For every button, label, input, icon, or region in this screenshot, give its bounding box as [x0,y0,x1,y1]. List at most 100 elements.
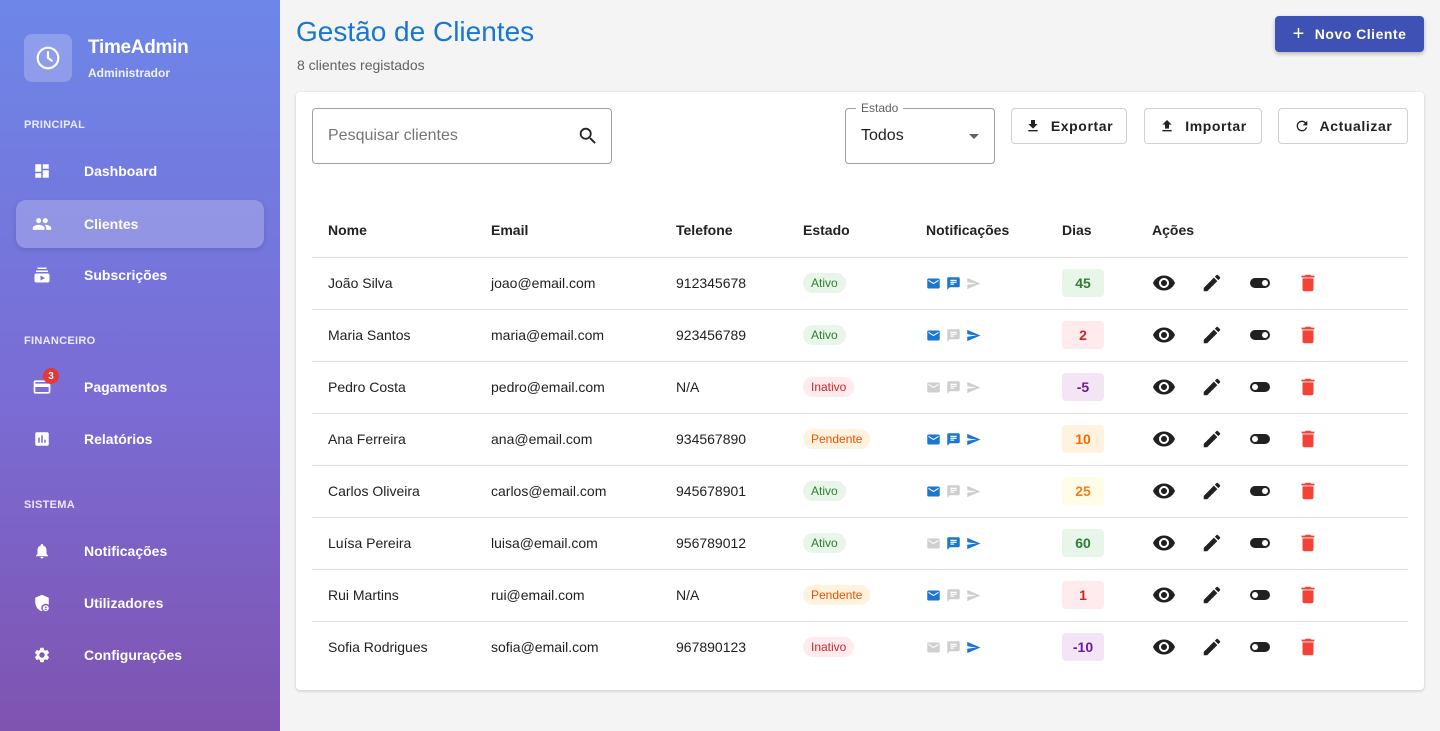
delete-icon[interactable] [1296,323,1320,347]
user-role: Administrador [88,65,171,80]
push-notification-icon [967,329,981,341]
sidebar-item-clientes[interactable]: Clientes [16,200,264,248]
view-icon[interactable] [1152,271,1176,295]
refresh-icon [1294,118,1310,134]
sidebar-item-configuracoes[interactable]: Configurações [16,631,264,679]
cell-name: Rui Martins [312,569,475,622]
edit-icon[interactable] [1200,635,1224,659]
delete-icon[interactable] [1296,583,1320,607]
days-badge: 10 [1062,425,1104,453]
cell-actions [1136,465,1408,518]
cell-phone: 912345678 [660,257,787,310]
table-row: Rui Martins rui@email.com N/A Pendente 1 [312,569,1408,622]
email-notification-icon [927,538,940,548]
column-header-estado[interactable]: Estado [787,203,910,258]
push-notification-icon [967,485,981,497]
email-notification-icon [927,434,940,444]
sidebar-item-subscricoes[interactable]: Subscrições [16,251,264,299]
cell-actions [1136,413,1408,466]
view-icon[interactable] [1152,427,1176,451]
credit-card-icon: 3 [32,368,59,397]
toggle-status-icon[interactable] [1248,583,1272,607]
toggle-status-icon[interactable] [1248,375,1272,399]
push-notification-icon [967,641,981,653]
new-client-button[interactable]: + Novo Cliente [1275,16,1424,52]
sidebar-item-utilizadores[interactable]: Utilizadores [16,579,264,627]
toggle-status-icon[interactable] [1248,531,1272,555]
view-icon[interactable] [1152,635,1176,659]
edit-icon[interactable] [1200,271,1224,295]
cell-days: 45 [1046,257,1136,310]
sms-notification-icon [947,588,960,602]
sidebar-item-pagamentos[interactable]: 3 Pagamentos [16,363,264,411]
cell-phone: 923456789 [660,309,787,362]
days-badge: -5 [1062,373,1104,401]
delete-icon[interactable] [1296,531,1320,555]
view-icon[interactable] [1152,375,1176,399]
cell-notifications [910,621,1046,673]
edit-icon[interactable] [1200,375,1224,399]
delete-icon[interactable] [1296,427,1320,451]
edit-icon[interactable] [1200,323,1224,347]
push-notification-icon [967,589,981,601]
edit-icon[interactable] [1200,427,1224,451]
days-badge: -10 [1062,633,1104,662]
cell-phone: N/A [660,361,787,414]
view-icon[interactable] [1152,583,1176,607]
admin-user-icon [32,593,52,613]
cell-status: Pendente [787,413,910,466]
status-filter-select[interactable]: Estado Todos [845,101,995,164]
sidebar-item-dashboard[interactable]: Dashboard [16,147,264,195]
cell-status: Inativo [787,621,910,673]
delete-icon[interactable] [1296,479,1320,503]
delete-icon[interactable] [1296,271,1320,295]
sms-notification-icon [947,641,960,654]
edit-icon[interactable] [1200,583,1224,607]
email-notification-icon [927,278,940,288]
cell-days: 60 [1046,517,1136,570]
view-icon[interactable] [1152,323,1176,347]
sidebar-item-relatorios[interactable]: Relatórios [16,415,264,463]
column-header-dias[interactable]: Dias [1046,203,1136,258]
column-header-nome[interactable]: Nome [312,203,475,258]
table-row: Pedro Costa pedro@email.com N/A Inativo … [312,361,1408,414]
cell-days: -10 [1046,621,1136,673]
cell-days: 1 [1046,569,1136,622]
table-row: Carlos Oliveira carlos@email.com 9456789… [312,465,1408,518]
toggle-status-icon[interactable] [1248,479,1272,503]
subscriptions-icon [32,265,52,285]
view-icon[interactable] [1152,531,1176,555]
export-button[interactable]: Exportar [1011,108,1127,144]
view-icon[interactable] [1152,479,1176,503]
search-icon[interactable] [577,125,599,152]
cell-phone: 967890123 [676,639,747,656]
cell-email: pedro@email.com [475,361,660,414]
gear-icon [32,645,52,665]
toggle-status-icon[interactable] [1248,271,1272,295]
pagamentos-badge: 3 [43,368,59,384]
push-notification-icon [967,537,981,549]
delete-icon[interactable] [1296,635,1320,659]
toggle-status-icon[interactable] [1248,635,1272,659]
push-notification-icon [967,381,981,393]
edit-icon[interactable] [1200,531,1224,555]
column-header-telefone[interactable]: Telefone [660,203,787,258]
days-badge: 2 [1062,321,1104,349]
refresh-button[interactable]: Actualizar [1278,108,1408,144]
delete-icon[interactable] [1296,375,1320,399]
sms-notification-icon [947,536,960,550]
sidebar-item-notificacoes[interactable]: Notificações [16,527,264,575]
search-field[interactable] [312,108,612,164]
search-input[interactable] [328,127,568,145]
status-badge: Ativo [803,481,846,501]
toggle-status-icon[interactable] [1248,323,1272,347]
dashboard-icon [32,161,52,181]
page-title: Gestão de Clientes [296,16,535,47]
edit-icon[interactable] [1200,479,1224,503]
column-header-email[interactable]: Email [475,203,660,258]
import-button[interactable]: Importar [1144,108,1262,144]
column-header-notificacoes[interactable]: Notificações [910,203,1046,258]
toggle-status-icon[interactable] [1248,427,1272,451]
caret-down-icon [969,134,979,139]
download-icon [1025,118,1041,134]
